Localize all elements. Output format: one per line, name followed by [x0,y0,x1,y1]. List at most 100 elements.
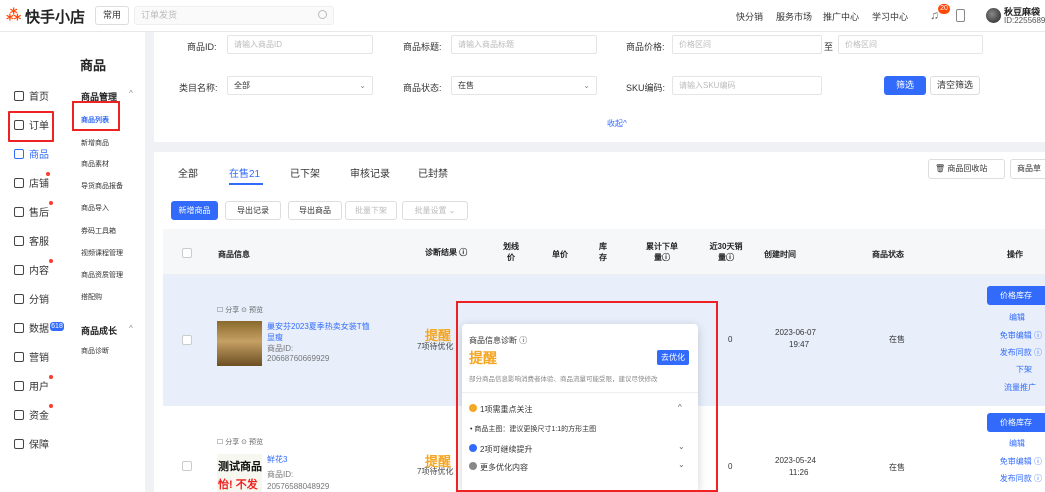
notification-badge: 20 [938,4,950,14]
chevron-up-icon[interactable]: ^ [129,89,133,98]
share-preview-links[interactable]: ☐ 分享 ⊙ 预览 [217,437,263,447]
content-icon [14,264,24,275]
subnav-item[interactable]: 商品诊断 [81,346,109,356]
subnav-item[interactable]: 新增商品 [81,138,109,148]
phone-icon[interactable] [956,9,965,22]
clear-filter-button[interactable]: 清空筛选 [930,76,980,95]
sku-input[interactable]: 请输入SKU编码 [672,76,822,95]
edit-link[interactable]: 编辑 [1009,438,1025,449]
avatar[interactable] [986,8,1001,23]
sidebar-item-users[interactable]: 用户 [14,378,49,393]
price-min-input[interactable]: 价格区间 [672,35,822,54]
row-checkbox[interactable] [182,461,192,471]
collapse-link[interactable]: 收起^ [607,118,627,129]
nav-service-market[interactable]: 服务市场 [776,10,812,23]
select-all-checkbox[interactable] [182,248,192,258]
subnav-item[interactable]: 商品导入 [81,203,109,213]
sidebar-label: 资金 [29,411,49,422]
price-max-input[interactable]: 价格区间 [838,35,983,54]
col-diagnosis[interactable]: 诊断结果 ⓘ [425,247,467,258]
sidebar-item-home[interactable]: 首页 [14,88,49,103]
highlight-box [456,301,718,492]
add-goods-button[interactable]: 新增商品 [171,201,218,220]
app-logo[interactable]: ⁂ 快手小店 [6,6,85,26]
tab-on-sale[interactable]: 在售21 [229,165,260,180]
sidebar-item-service[interactable]: 客服 [14,233,49,248]
sidebar-item-data[interactable]: 数据 [14,320,49,335]
publish-same-link[interactable]: 发布同款 ⓘ [1000,347,1042,358]
filter-button[interactable]: 筛选 [884,76,926,95]
export-records-button[interactable]: 导出记录 [225,201,281,220]
sidebar-item-goods[interactable]: 商品 [14,146,49,161]
goods-id-input[interactable]: 请输入商品ID [227,35,373,54]
global-search-input[interactable]: 订单发货 [134,6,334,25]
placeholder: 请输入SKU编码 [679,81,736,90]
sidebar-label: 客服 [29,237,49,248]
sidebar-item-marketing[interactable]: 营销 [14,349,49,364]
offshelf-link[interactable]: 下架 [1016,364,1032,375]
funds-icon [14,409,24,420]
goods-title-input[interactable]: 请输入商品标题 [451,35,597,54]
created-date: 2023-05-24 [775,456,816,465]
highlight-box [8,111,54,142]
tab-all[interactable]: 全部 [178,165,198,180]
traffic-promo-link[interactable]: 流量推广 [1004,382,1036,393]
edit-link[interactable]: 编辑 [1009,312,1025,323]
tab-indicator [229,183,263,185]
sidebar-item-guarantee[interactable]: 保障 [14,436,49,451]
category-select[interactable]: 全部 ⌄ [227,76,373,95]
chevron-up-icon[interactable]: ^ [129,324,133,333]
col-total-orders[interactable]: 累计下单量ⓘ [644,241,680,263]
subnav-item[interactable]: 券码工具箱 [81,226,116,236]
red-dot [49,404,53,408]
sidebar-item-aftersale[interactable]: 售后 [14,204,49,219]
product-thumbnail[interactable] [217,321,262,366]
quick-edit-link[interactable]: 免审编辑 ⓘ [1000,456,1042,467]
subnav-item[interactable]: 搭配购 [81,292,102,302]
nav-distribution[interactable]: 快分销 [736,10,763,23]
status-select[interactable]: 在售 ⌄ [451,76,597,95]
sidebar-item-content[interactable]: 内容 [14,262,49,277]
goods-draft-button[interactable]: 商品草 [1010,159,1045,179]
subnav-group-growth[interactable]: 商品成长 [81,324,117,337]
common-tab[interactable]: 常用 [95,6,129,25]
export-goods-button[interactable]: 导出商品 [288,201,342,220]
publish-same-link[interactable]: 发布同款 ⓘ [1000,473,1042,484]
placeholder: 请输入商品标题 [458,40,514,49]
search-icon[interactable] [318,10,327,19]
batch-settings-button[interactable]: 批量设置 ⌄ [402,201,468,220]
chart-icon [14,322,24,333]
sidebar-item-funds[interactable]: 资金 [14,407,49,422]
nav-promotion-center[interactable]: 推广中心 [823,10,859,23]
sidebar-item-distribution[interactable]: 分销 [14,291,49,306]
quick-edit-link[interactable]: 免审编辑 ⓘ [1000,330,1042,341]
product-name-link[interactable]: 鲜花3 [267,454,287,465]
diagnosis-sub: 7项待优化 [417,467,454,476]
subnav-item[interactable]: 导货商品报备 [81,181,123,191]
sidebar-item-shop[interactable]: 店铺 [14,175,49,190]
created-time: 19:47 [789,340,810,349]
batch-offshelf-button[interactable]: 批量下架 [345,201,397,220]
app-title: 快手小店 [25,8,86,26]
subnav-item[interactable]: 商品资质管理 [81,270,123,280]
row-checkbox[interactable] [182,335,192,345]
tab-audit-records[interactable]: 审核记录 [350,165,390,180]
col-actions: 操作 [1007,250,1023,259]
price-stock-button[interactable]: 价格库存 [987,413,1045,432]
share-preview-links[interactable]: ☐ 分享 ⊙ 预览 [217,305,263,315]
price-stock-button[interactable]: 价格库存 [987,286,1045,305]
subnav-item[interactable]: 商品素材 [81,159,109,169]
nav-learning-center[interactable]: 学习中心 [872,10,908,23]
shop-icon [14,177,24,188]
tab-off-shelf[interactable]: 已下架 [290,165,320,180]
product-thumbnail[interactable]: 测试商品 怡! 不发 [217,454,262,492]
recycle-bin-button[interactable]: 🗑 商品回收站 [928,159,1005,179]
col-30d-sales[interactable]: 近30天销量ⓘ [708,241,744,263]
subnav-item[interactable]: 视频课程管理 [81,248,123,258]
product-name-link[interactable]: 巢安芬2023夏季热卖女装T恤显瘦 [267,321,377,343]
col-stock[interactable]: 库存 [597,241,609,263]
tab-banned[interactable]: 已封禁 [418,165,448,180]
sidebar-label: 售后 [29,208,49,219]
distribution-icon [14,293,24,304]
col-created-time[interactable]: 创建时间 [764,249,796,260]
